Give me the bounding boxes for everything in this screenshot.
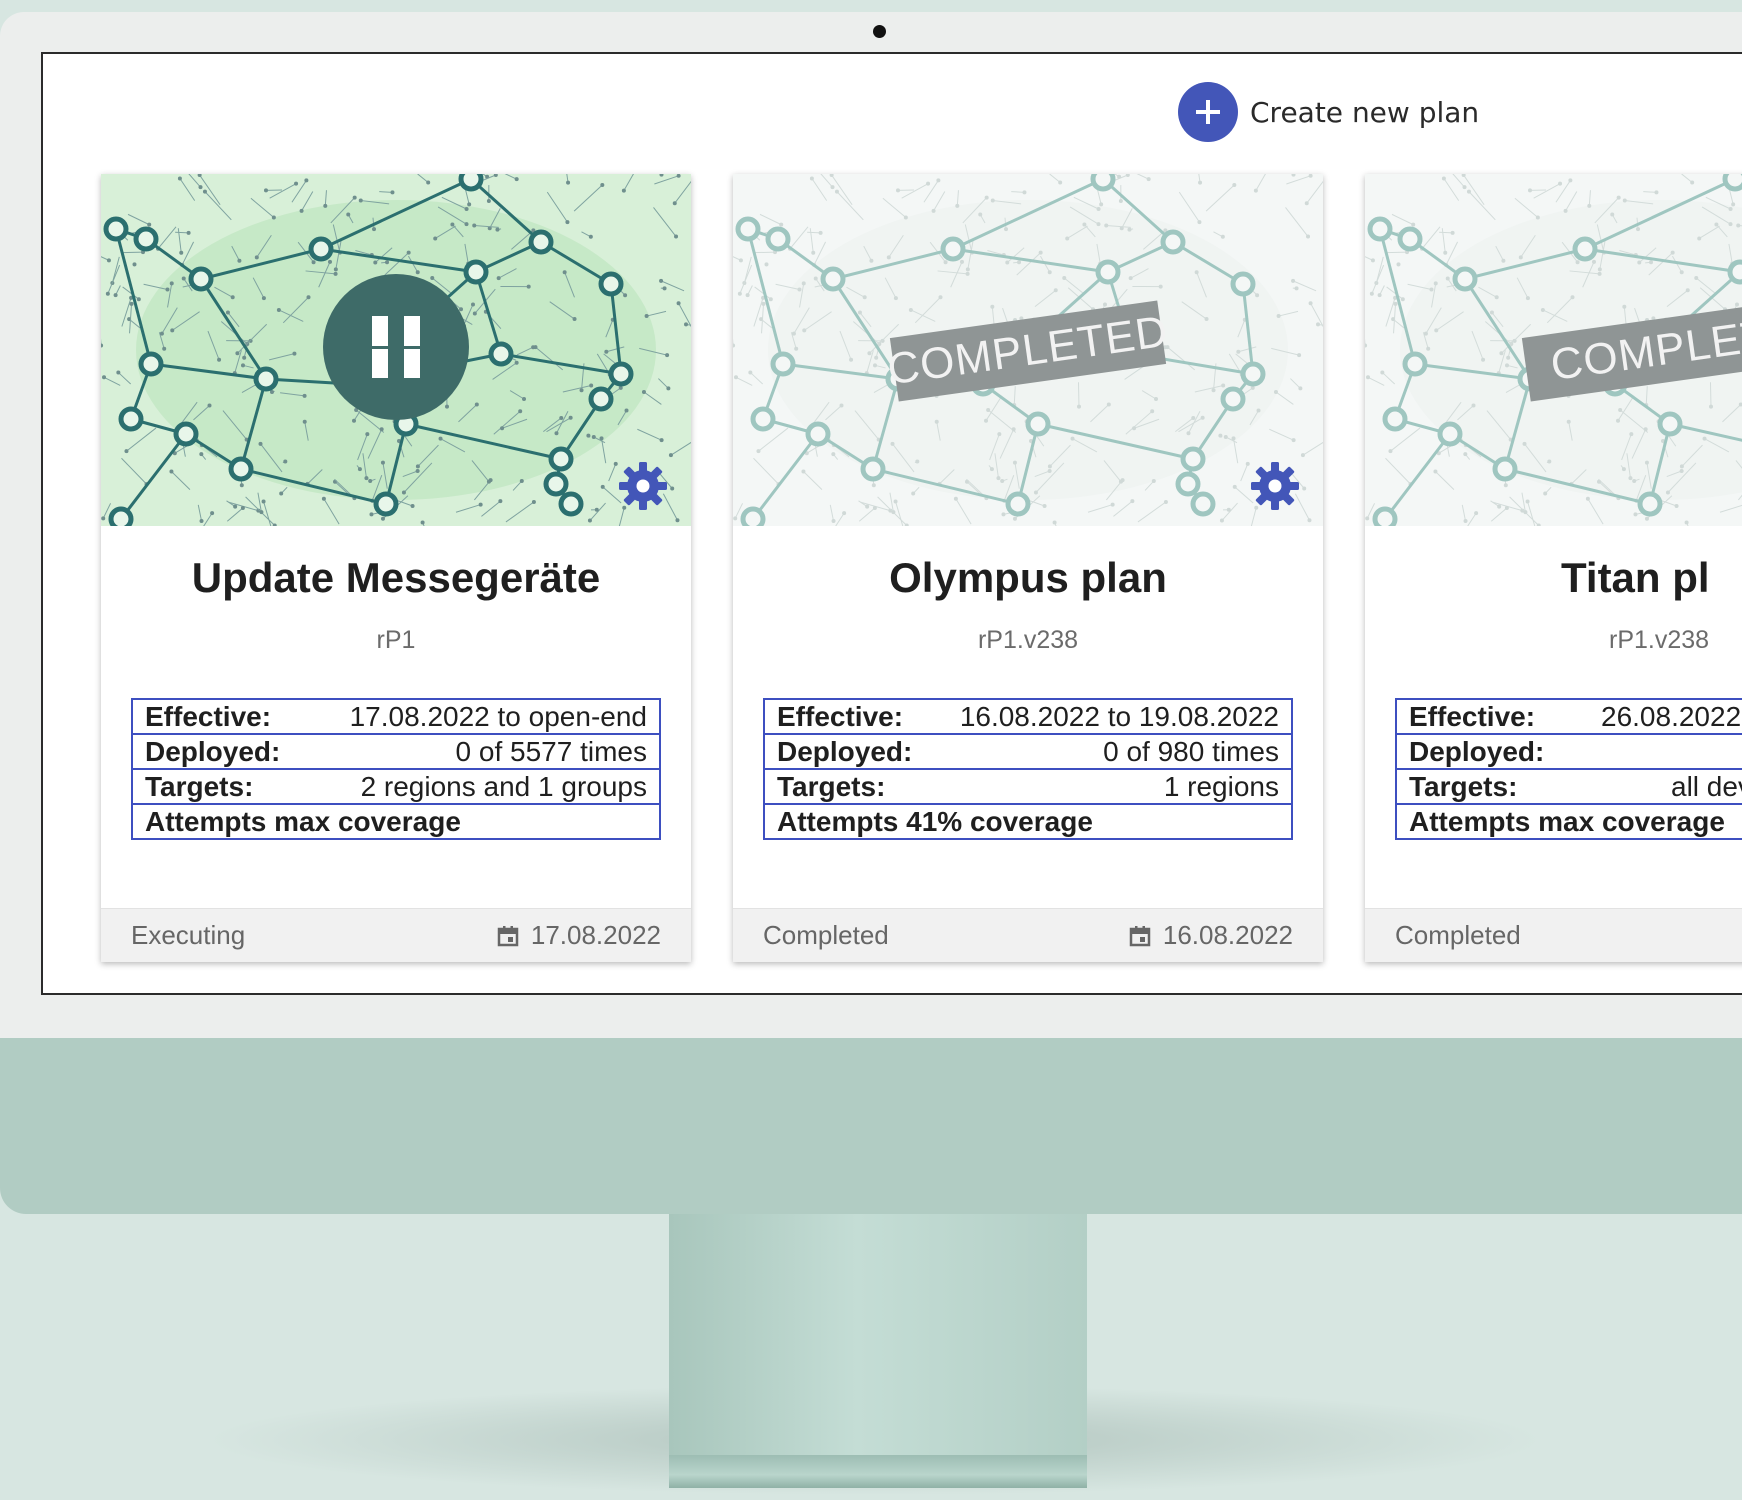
create-new-plan-button[interactable]: Create new plan	[1178, 82, 1479, 142]
plan-footer: Completed 16.08.2022	[733, 908, 1323, 962]
targets-value: all dev	[1571, 769, 1742, 804]
effective-label: Effective:	[764, 699, 939, 734]
monitor-stand	[669, 1214, 1087, 1488]
deployed-label: Deployed:	[1396, 734, 1571, 769]
targets-label: Targets:	[132, 769, 307, 804]
create-new-plan-label: Create new plan	[1250, 96, 1479, 129]
monitor-stand-foot	[669, 1455, 1087, 1488]
targets-label: Targets:	[764, 769, 939, 804]
plan-status: Executing	[131, 920, 245, 951]
coverage-label: Attempts max coverage	[132, 804, 660, 839]
plan-title: Olympus plan	[733, 554, 1323, 602]
table-row: Targets:all dev	[1396, 769, 1742, 804]
calendar-icon	[1129, 925, 1151, 947]
table-row: Targets:1 regions	[764, 769, 1292, 804]
effective-value: 26.08.2022	[1571, 699, 1742, 734]
table-row: Effective:17.08.2022 to open-end	[132, 699, 660, 734]
table-row: Deployed:	[1396, 734, 1742, 769]
table-row: Attempts 41% coverage	[764, 804, 1292, 839]
plan-version: rP1	[101, 626, 691, 655]
targets-label: Targets:	[1396, 769, 1571, 804]
effective-label: Effective:	[1396, 699, 1571, 734]
table-row: Attempts max coverage	[132, 804, 660, 839]
plan-image: COMPLETED	[733, 174, 1323, 526]
plan-footer: Executing 17.08.2022	[101, 908, 691, 962]
coverage-label: Attempts max coverage	[1396, 804, 1742, 839]
screen: Create new plan Update Messegeräte rP1 E…	[41, 52, 1742, 995]
plan-status: Completed	[1395, 920, 1521, 951]
table-row: Attempts max coverage	[1396, 804, 1742, 839]
pause-icon	[366, 312, 426, 382]
table-row: Deployed:0 of 5577 times	[132, 734, 660, 769]
deployed-value	[1571, 734, 1742, 769]
coverage-label: Attempts 41% coverage	[764, 804, 1292, 839]
plan-date: 16.08.2022	[1129, 920, 1293, 951]
plus-icon	[1178, 82, 1238, 142]
pause-button[interactable]	[323, 274, 469, 420]
gear-icon[interactable]	[1250, 461, 1300, 511]
deployed-label: Deployed:	[764, 734, 939, 769]
table-row: Effective:26.08.2022	[1396, 699, 1742, 734]
gear-icon[interactable]	[618, 461, 668, 511]
targets-value: 1 regions	[939, 769, 1292, 804]
calendar-icon	[497, 925, 519, 947]
plan-date: 17.08.2022	[497, 920, 661, 951]
effective-value: 17.08.2022 to open-end	[307, 699, 660, 734]
deployed-value: 0 of 980 times	[939, 734, 1292, 769]
camera-dot	[873, 25, 886, 38]
monitor-chin	[0, 1038, 1742, 1214]
plan-card[interactable]: COMPLETED Olympus plan rP1.v238 Effectiv…	[733, 174, 1323, 962]
plan-info-table: Effective:17.08.2022 to open-end Deploye…	[131, 698, 661, 840]
table-row: Effective:16.08.2022 to 19.08.2022	[764, 699, 1292, 734]
plan-version: rP1.v238	[733, 626, 1323, 655]
table-row: Deployed:0 of 980 times	[764, 734, 1292, 769]
plan-image	[101, 174, 691, 526]
plan-info-table: Effective:16.08.2022 to 19.08.2022 Deplo…	[763, 698, 1293, 840]
targets-value: 2 regions and 1 groups	[307, 769, 660, 804]
effective-value: 16.08.2022 to 19.08.2022	[939, 699, 1292, 734]
plan-status: Completed	[763, 920, 889, 951]
plan-title: Update Messegeräte	[101, 554, 691, 602]
plan-card[interactable]: Update Messegeräte rP1 Effective:17.08.2…	[101, 174, 691, 962]
deployed-label: Deployed:	[132, 734, 307, 769]
plan-date-text: 17.08.2022	[531, 920, 661, 951]
plan-info-table: Effective:26.08.2022 Deployed: Targets:a…	[1395, 698, 1742, 840]
plan-version: rP1.v238	[1609, 626, 1742, 655]
plan-card[interactable]: COMPLET Titan pl rP1.v238 Effective:26.0…	[1365, 174, 1742, 962]
plan-footer: Completed	[1365, 908, 1742, 962]
table-row: Targets:2 regions and 1 groups	[132, 769, 660, 804]
effective-label: Effective:	[132, 699, 307, 734]
plan-image: COMPLET	[1365, 174, 1742, 526]
plan-date-text: 16.08.2022	[1163, 920, 1293, 951]
deployed-value: 0 of 5577 times	[307, 734, 660, 769]
plan-title: Titan pl	[1561, 554, 1742, 602]
